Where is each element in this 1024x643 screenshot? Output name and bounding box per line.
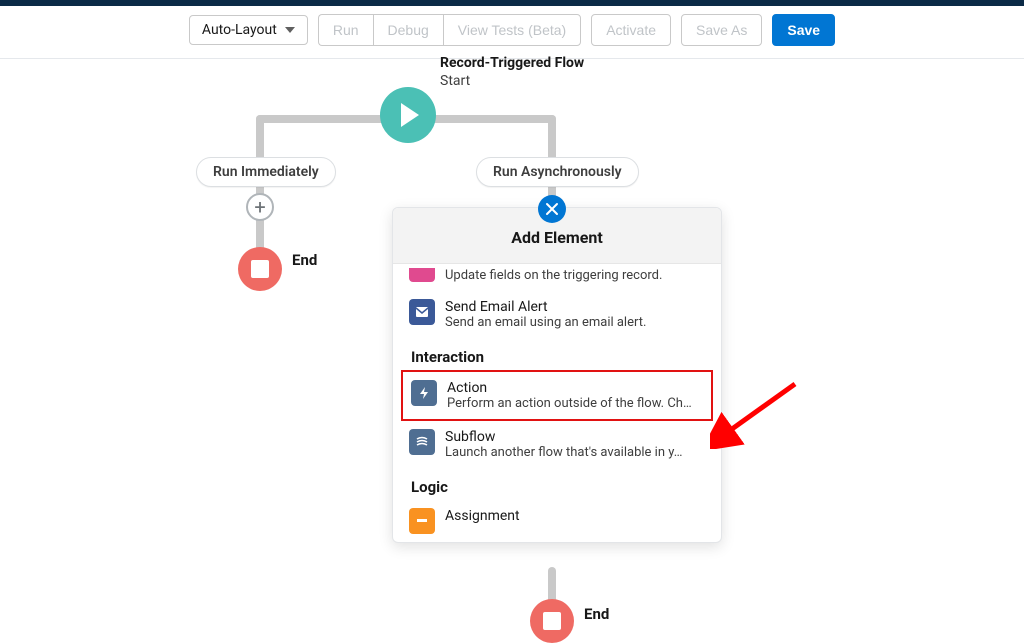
layout-dropdown[interactable]: Auto-Layout xyxy=(189,15,308,45)
element-item-subflow[interactable]: Subflow Launch another flow that's avail… xyxy=(393,421,721,468)
chip-run-immediately[interactable]: Run Immediately xyxy=(196,157,336,187)
element-item-action[interactable]: Action Perform an action outside of the … xyxy=(401,370,713,421)
section-heading-interaction: Interaction xyxy=(393,338,721,370)
play-icon xyxy=(401,103,419,127)
end-node-bottom[interactable] xyxy=(530,599,574,643)
start-node[interactable] xyxy=(380,87,436,143)
element-title: Assignment xyxy=(445,508,705,524)
element-title: Send Email Alert xyxy=(445,299,705,315)
toolbar: Auto-Layout Run Debug View Tests (Beta) … xyxy=(0,6,1024,59)
run-debug-tests-group: Run Debug View Tests (Beta) xyxy=(318,14,581,46)
flow-title: Record-Triggered Flow xyxy=(440,55,584,71)
save-as-button[interactable]: Save As xyxy=(681,14,762,46)
element-item-update-record[interactable]: Update fields on the triggering record. xyxy=(393,268,721,291)
debug-button[interactable]: Debug xyxy=(373,14,443,46)
arrow-annotation xyxy=(710,379,800,449)
subflow-icon xyxy=(409,429,435,455)
x-icon xyxy=(545,202,559,216)
flow-subtitle: Start xyxy=(440,73,470,89)
activate-button[interactable]: Activate xyxy=(591,14,671,46)
element-desc: Update fields on the triggering record. xyxy=(445,268,705,283)
panel-body: Update fields on the triggering record. … xyxy=(393,264,721,542)
stop-icon xyxy=(543,612,561,630)
end-node-left[interactable] xyxy=(238,247,282,291)
view-tests-button[interactable]: View Tests (Beta) xyxy=(443,14,581,46)
stop-icon xyxy=(251,260,269,278)
lightning-icon xyxy=(411,380,437,406)
caret-down-icon xyxy=(285,27,295,33)
element-desc: Launch another flow that's available in … xyxy=(445,445,705,460)
run-button[interactable]: Run xyxy=(318,14,373,46)
layout-dropdown-label: Auto-Layout xyxy=(202,22,277,38)
end-label-left: End xyxy=(292,251,317,269)
element-item-assignment[interactable]: Assignment xyxy=(393,500,721,536)
element-desc: Perform an action outside of the flow. C… xyxy=(447,396,703,411)
element-title: Subflow xyxy=(445,429,705,445)
close-icon[interactable] xyxy=(538,195,566,223)
section-heading-logic: Logic xyxy=(393,468,721,500)
end-label-bottom: End xyxy=(584,605,609,623)
element-desc: Send an email using an email alert. xyxy=(445,315,705,330)
email-icon xyxy=(409,299,435,325)
add-element-button-left[interactable]: + xyxy=(246,193,274,221)
save-button[interactable]: Save xyxy=(772,14,835,46)
chip-run-asynchronously[interactable]: Run Asynchronously xyxy=(476,157,639,187)
element-item-send-email[interactable]: Send Email Alert Send an email using an … xyxy=(393,291,721,338)
add-element-panel: Add Element Update fields on the trigger… xyxy=(392,207,722,543)
assignment-icon xyxy=(409,508,435,534)
edit-record-icon xyxy=(409,268,435,282)
canvas: Record-Triggered Flow Start Run Immediat… xyxy=(0,59,1024,619)
element-title: Action xyxy=(447,380,703,396)
